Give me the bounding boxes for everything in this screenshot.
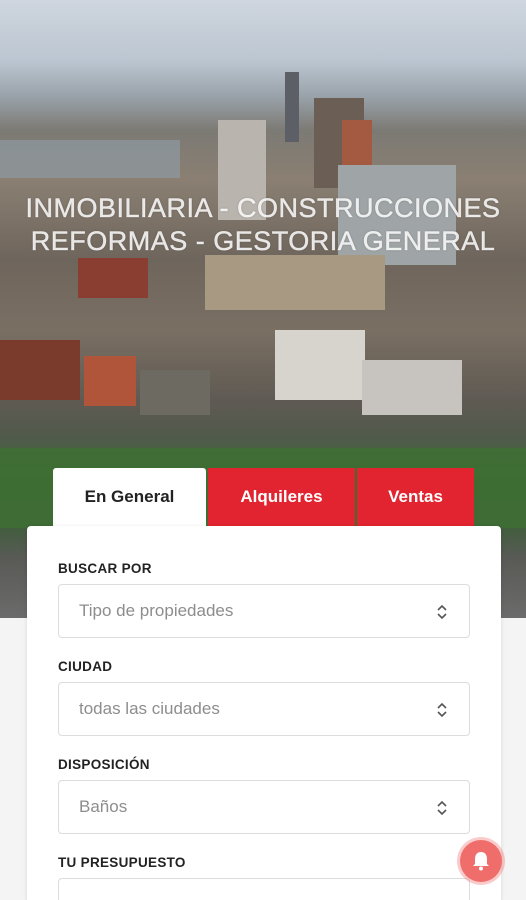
chevron-up-down-icon <box>437 604 447 620</box>
tab-ventas[interactable]: Ventas <box>357 468 474 526</box>
hero-headline-line-1: INMOBILIARIA - CONSTRUCCIONES <box>25 193 501 224</box>
hero-building <box>205 255 385 310</box>
property-type-select[interactable]: Tipo de propiedades <box>58 584 470 638</box>
bathrooms-select[interactable]: Baños <box>58 780 470 834</box>
chevron-up-down-icon <box>437 800 447 816</box>
property-type-value: Tipo de propiedades <box>79 601 234 620</box>
budget-select[interactable] <box>58 878 470 900</box>
disposicion-label: DISPOSICIÓN <box>58 757 150 772</box>
search-tabs: En General Alquileres Ventas <box>53 468 476 528</box>
hero-building <box>84 356 136 406</box>
hero-building <box>342 120 372 170</box>
city-select[interactable]: todas las ciudades <box>58 682 470 736</box>
notification-button[interactable] <box>460 840 502 882</box>
ciudad-label: CIUDAD <box>58 659 113 674</box>
city-value: todas las ciudades <box>79 699 220 718</box>
bell-icon <box>473 852 489 871</box>
tab-alquileres[interactable]: Alquileres <box>208 468 355 526</box>
hero-tower <box>285 72 299 142</box>
hero-headline-line-2: REFORMAS - GESTORIA GENERAL <box>30 226 496 257</box>
hero-building <box>0 340 80 400</box>
hero-building <box>78 258 148 298</box>
bathrooms-value: Baños <box>79 797 128 816</box>
hero-building <box>362 360 462 415</box>
presupuesto-label: TU PRESUPUESTO <box>58 855 186 870</box>
hero-water <box>0 140 180 178</box>
hero-building <box>140 370 210 415</box>
buscar-por-label: BUSCAR POR <box>58 561 152 576</box>
hero-building <box>275 330 365 400</box>
chevron-up-down-icon <box>437 702 447 718</box>
tab-en-general[interactable]: En General <box>53 468 206 526</box>
search-form-card: BUSCAR POR Tipo de propiedades CIUDAD to… <box>27 526 501 900</box>
